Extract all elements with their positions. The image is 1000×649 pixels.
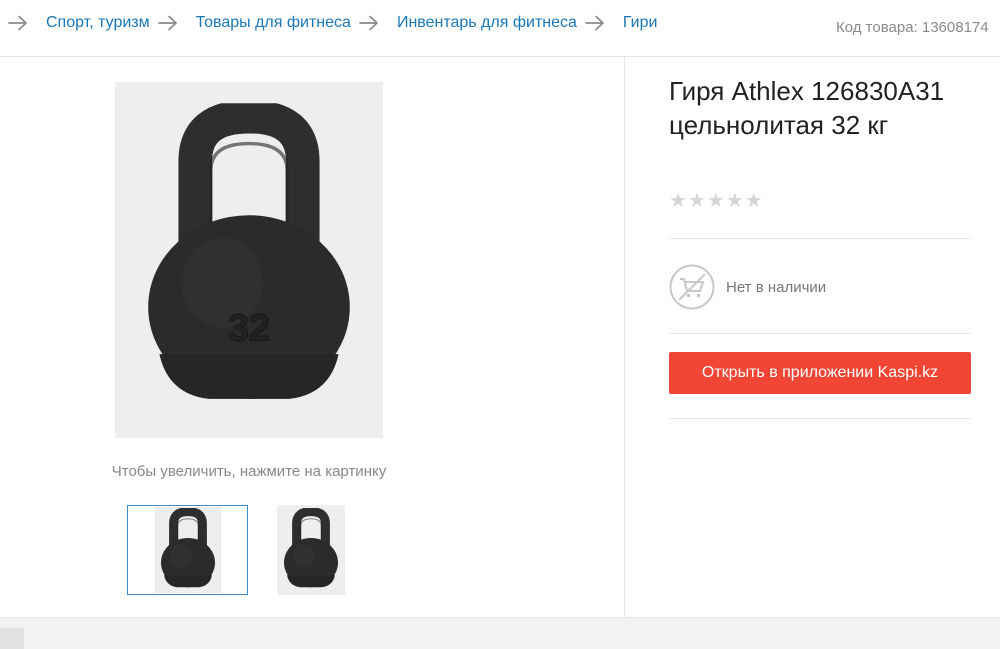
kettlebell-thumbnail-image bbox=[157, 508, 219, 592]
divider bbox=[669, 418, 971, 419]
kettlebell-weight-mark: 32 bbox=[228, 308, 270, 350]
header-divider bbox=[0, 56, 1000, 57]
zoom-hint: Чтобы увеличить, нажмите на картинку bbox=[111, 463, 387, 480]
arrow-right-icon bbox=[359, 15, 379, 31]
product-main-image[interactable]: 32 bbox=[115, 82, 383, 438]
divider bbox=[669, 238, 971, 239]
breadcrumb-link-fitness-goods[interactable]: Товары для фитнеса bbox=[196, 14, 351, 32]
arrow-right-icon bbox=[585, 15, 605, 31]
gallery-thumbnail-2[interactable] bbox=[277, 505, 345, 595]
product-title: Гиря Athlex 126830A31 цельнолитая 32 кг bbox=[669, 76, 945, 140]
star-icon: ★ bbox=[744, 190, 763, 212]
star-icon: ★ bbox=[725, 190, 744, 212]
breadcrumb-link-kettlebells[interactable]: Гири bbox=[623, 14, 658, 32]
star-icon: ★ bbox=[669, 190, 687, 212]
bottom-bar-chip bbox=[0, 628, 24, 649]
breadcrumb-link-sport[interactable]: Спорт, туризм bbox=[46, 14, 150, 32]
availability-status: Нет в наличии bbox=[669, 264, 826, 310]
star-icon: ★ bbox=[706, 190, 725, 212]
bottom-bar bbox=[0, 617, 1000, 649]
divider bbox=[669, 333, 971, 334]
open-in-app-button[interactable]: Открыть в приложении Kaspi.kz bbox=[669, 352, 971, 394]
cart-unavailable-icon bbox=[669, 264, 715, 310]
kettlebell-image: 32 bbox=[137, 102, 361, 418]
kettlebell-thumbnail-image bbox=[280, 508, 342, 592]
column-divider bbox=[624, 57, 625, 617]
star-icon: ★ bbox=[687, 190, 706, 212]
gallery-thumbnail-1[interactable] bbox=[127, 505, 248, 595]
arrow-right-icon bbox=[158, 15, 178, 31]
rating-stars[interactable]: ★ ★ ★ ★ ★ bbox=[669, 190, 763, 212]
product-code: Код товара: 13608174 bbox=[836, 19, 989, 36]
availability-text: Нет в наличии bbox=[726, 278, 827, 296]
breadcrumb-link-fitness-equipment[interactable]: Инвентарь для фитнеса bbox=[397, 14, 577, 32]
arrow-right-icon bbox=[8, 15, 28, 31]
